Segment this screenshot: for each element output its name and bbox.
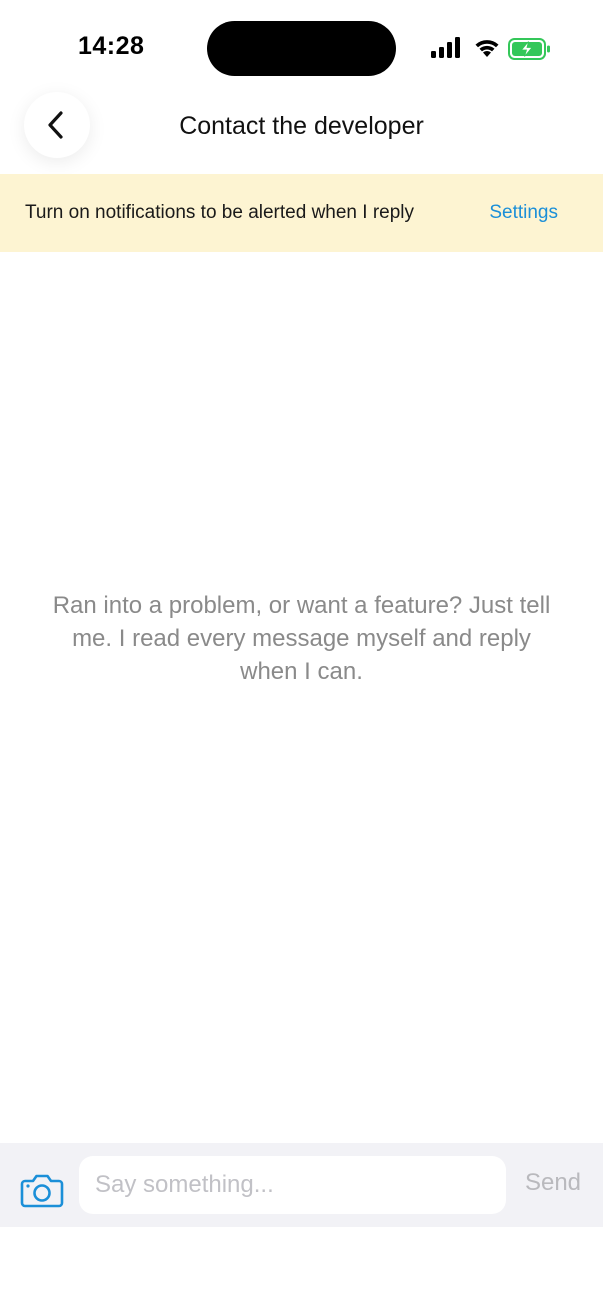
notification-banner: Turn on notifications to be alerted when… bbox=[0, 174, 603, 252]
status-bar: 14:28 bbox=[0, 0, 603, 90]
message-composer: Send bbox=[0, 1143, 603, 1227]
dynamic-island bbox=[207, 21, 396, 76]
navigation-header: Contact the developer bbox=[0, 88, 603, 174]
message-input[interactable] bbox=[79, 1156, 506, 1214]
status-time: 14:28 bbox=[78, 32, 145, 60]
empty-state-message: Ran into a problem, or want a feature? J… bbox=[52, 592, 551, 685]
send-button[interactable]: Send bbox=[518, 1169, 588, 1197]
notification-banner-text: Turn on notifications to be alerted when… bbox=[25, 202, 415, 223]
cellular-signal-icon bbox=[431, 37, 460, 58]
contact-developer-screen: 14:28 Contact the developer Turn on noti… bbox=[0, 0, 603, 1311]
camera-button[interactable] bbox=[20, 1172, 64, 1208]
camera-icon bbox=[20, 1174, 64, 1208]
page-title: Contact the developer bbox=[179, 112, 424, 140]
battery-charging-icon bbox=[508, 38, 550, 60]
settings-link[interactable]: Settings bbox=[489, 202, 558, 224]
status-icons bbox=[430, 36, 555, 62]
wifi-icon bbox=[475, 40, 499, 57]
